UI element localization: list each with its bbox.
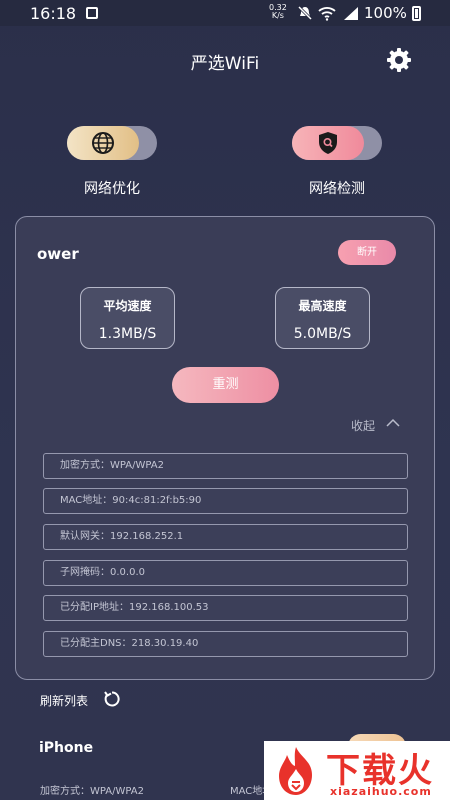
tool-network-detect[interactable]: 网络检测 [272, 126, 402, 198]
network-speed-unit: K/s [271, 11, 284, 20]
tool-label-detect: 网络检测 [309, 181, 365, 197]
average-speed-box: 平均速度 1.3MB/S [80, 287, 175, 349]
average-speed-label: 平均速度 [103, 299, 152, 313]
detect-toggle-knob [292, 126, 364, 160]
detail-assigned-ip: 已分配IP地址：192.168.100.53 [43, 595, 408, 621]
watermark-domain: xiazaihuo.com [330, 785, 432, 798]
refresh-list-label[interactable]: 刷新列表 [40, 692, 88, 709]
current-network-card: ower 断开 平均速度 1.3MB/S 最高速度 5.0MB/S 重测 收起 … [15, 216, 435, 680]
mute-icon [297, 5, 313, 21]
gear-icon[interactable] [385, 46, 413, 74]
network-speed: 0.32 K/s [269, 4, 287, 20]
watermark: 下载火 xiazaihuo.com [264, 741, 450, 800]
average-speed-value: 1.3MB/S [98, 326, 157, 342]
notification-icon [86, 7, 98, 19]
status-bar: 16:18 0.32 K/s 100% [0, 0, 450, 26]
globe-icon [92, 132, 114, 154]
shield-search-icon [319, 132, 337, 154]
app-title: 严选WiFi [190, 54, 260, 74]
max-speed-label: 最高速度 [298, 299, 347, 313]
detail-mac-address: MAC地址：90:4c:81:2f:b5:90 [43, 488, 408, 514]
battery-level: 100% [364, 4, 407, 22]
tool-label-optimize: 网络优化 [84, 181, 140, 197]
retest-button[interactable]: 重测 [172, 367, 279, 403]
detail-default-gateway: 默认网关：192.168.252.1 [43, 524, 408, 550]
tool-network-optimize[interactable]: 网络优化 [47, 126, 177, 198]
max-speed-value: 5.0MB/S [293, 326, 352, 342]
battery-icon [412, 6, 421, 21]
refresh-icon[interactable] [103, 690, 121, 708]
collapse-toggle[interactable]: 收起 [351, 417, 375, 434]
signal-icon [344, 7, 358, 20]
flame-logo-icon [279, 747, 312, 795]
max-speed-box: 最高速度 5.0MB/S [275, 287, 370, 349]
optimize-toggle[interactable] [67, 126, 157, 160]
network-ssid-iphone[interactable]: iPhone [39, 740, 93, 756]
optimize-toggle-knob [67, 126, 139, 160]
detail-encryption: 加密方式：WPA/WPA2 [43, 453, 408, 479]
disconnect-button[interactable]: 断开 [338, 240, 396, 265]
network-ssid: ower [37, 245, 79, 263]
detect-toggle[interactable] [292, 126, 382, 160]
chevron-up-icon[interactable] [386, 418, 400, 428]
detail-subnet-mask: 子网掩码：0.0.0.0 [43, 560, 408, 586]
detail-primary-dns: 已分配主DNS：218.30.19.40 [43, 631, 408, 657]
iphone-encryption: 加密方式：WPA/WPA2 [40, 786, 144, 797]
wifi-icon [318, 7, 336, 21]
status-time: 16:18 [30, 4, 77, 23]
